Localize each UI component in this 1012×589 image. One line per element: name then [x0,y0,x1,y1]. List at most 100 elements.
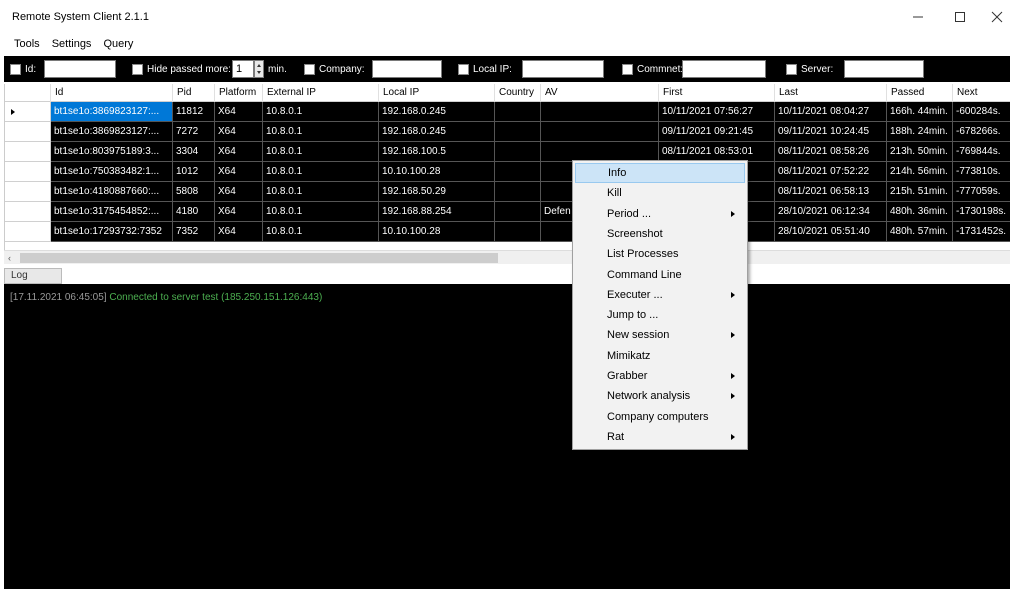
spinner-buttons[interactable] [254,60,264,78]
row-header[interactable] [5,102,51,122]
cell-passed[interactable]: 166h. 44min. [887,102,953,122]
cell-pid[interactable]: 5808 [173,182,215,202]
menu-item-grabber[interactable]: Grabber [575,366,745,386]
company-input[interactable] [372,60,442,78]
menu-query[interactable]: Query [97,34,139,54]
cell-av[interactable] [541,122,659,142]
cell-local-ip[interactable]: 10.10.100.28 [379,222,495,242]
col-header-next[interactable]: Next [953,84,1010,102]
id-input[interactable] [44,60,116,78]
horizontal-scrollbar[interactable]: ‹ [4,250,1010,264]
comment-checkbox[interactable] [622,63,633,75]
hide-passed-spinner[interactable]: 1 [232,60,254,78]
cell-country[interactable] [495,222,541,242]
col-header-country[interactable]: Country [495,84,541,102]
cell-external-ip[interactable]: 10.8.0.1 [263,182,379,202]
cell-last[interactable]: 09/11/2021 10:24:45 [775,122,887,142]
menu-item-executer[interactable]: Executer ... [575,285,745,305]
cell-pid[interactable]: 7272 [173,122,215,142]
col-header-id[interactable]: Id [51,84,173,102]
close-button[interactable] [982,4,1012,30]
server-input[interactable] [844,60,924,78]
menu-item-rat[interactable]: Rat [575,427,745,447]
table-row[interactable]: bt1se1o:750383482:1... 1012 X64 10.8.0.1 10.… [5,162,1010,182]
col-header-local-ip[interactable]: Local IP [379,84,495,102]
table-row[interactable]: bt1se1o:17293732:7352 7352 X64 10.8.0.1 10.1… [5,222,1010,242]
cell-pid[interactable]: 7352 [173,222,215,242]
cell-local-ip[interactable]: 10.10.100.28 [379,162,495,182]
cell-platform[interactable]: X64 [215,162,263,182]
cell-local-ip[interactable]: 192.168.100.5 [379,142,495,162]
cell-next[interactable]: -777059s. [953,182,1010,202]
menu-item-screenshot[interactable]: Screenshot [575,224,745,244]
menu-settings[interactable]: Settings [46,34,98,54]
cell-external-ip[interactable]: 10.8.0.1 [263,142,379,162]
cell-local-ip[interactable]: 192.168.88.254 [379,202,495,222]
cell-country[interactable] [495,202,541,222]
cell-last[interactable]: 08/11/2021 08:58:26 [775,142,887,162]
comment-input[interactable] [682,60,766,78]
cell-passed[interactable]: 214h. 56min. [887,162,953,182]
menu-item-mimikatz[interactable]: Mimikatz [575,346,745,366]
menu-item-company-computers[interactable]: Company computers [575,407,745,427]
cell-platform[interactable]: X64 [215,222,263,242]
maximize-button[interactable] [940,4,980,30]
menu-item-network-analysis[interactable]: Network analysis [575,386,745,406]
cell-local-ip[interactable]: 192.168.50.29 [379,182,495,202]
cell-local-ip[interactable]: 192.168.0.245 [379,122,495,142]
cell-external-ip[interactable]: 10.8.0.1 [263,222,379,242]
cell-id[interactable]: bt1se1o:4180887660:... [51,182,173,202]
row-header[interactable] [5,162,51,182]
menu-item-info[interactable]: Info [575,163,745,183]
cell-external-ip[interactable]: 10.8.0.1 [263,202,379,222]
cell-platform[interactable]: X64 [215,102,263,122]
cell-first[interactable]: 08/11/2021 08:53:01 [659,142,775,162]
cell-next[interactable]: -1731452s. [953,222,1010,242]
company-checkbox[interactable] [304,63,315,75]
cell-next[interactable]: -769844s. [953,142,1010,162]
cell-next[interactable]: -1730198s. [953,202,1010,222]
log-tab[interactable]: Log [4,268,62,284]
cell-external-ip[interactable]: 10.8.0.1 [263,162,379,182]
scroll-left-icon[interactable]: ‹ [8,254,11,263]
menu-item-jump-to[interactable]: Jump to ... [575,305,745,325]
cell-last[interactable]: 28/10/2021 06:12:34 [775,202,887,222]
cell-local-ip[interactable]: 192.168.0.245 [379,102,495,122]
cell-last[interactable]: 08/11/2021 07:52:22 [775,162,887,182]
cell-pid[interactable]: 3304 [173,142,215,162]
localip-checkbox[interactable] [458,63,469,75]
cell-external-ip[interactable]: 10.8.0.1 [263,102,379,122]
cell-passed[interactable]: 213h. 50min. [887,142,953,162]
cell-av[interactable] [541,102,659,122]
cell-id[interactable]: bt1se1o:750383482:1... [51,162,173,182]
row-header[interactable] [5,222,51,242]
cell-next[interactable]: -678266s. [953,122,1010,142]
cell-platform[interactable]: X64 [215,202,263,222]
col-header-platform[interactable]: Platform [215,84,263,102]
cell-passed[interactable]: 215h. 51min. [887,182,953,202]
row-header[interactable] [5,122,51,142]
cell-passed[interactable]: 188h. 24min. [887,122,953,142]
cell-av[interactable] [541,142,659,162]
cell-country[interactable] [495,182,541,202]
cell-first[interactable]: 10/11/2021 07:56:27 [659,102,775,122]
table-row[interactable]: bt1se1o:3869823127:... 7272 X64 10.8.0.1 192… [5,122,1010,142]
cell-id[interactable]: bt1se1o:17293732:7352 [51,222,173,242]
server-checkbox[interactable] [786,63,797,75]
cell-next[interactable]: -600284s. [953,102,1010,122]
cell-last[interactable]: 28/10/2021 05:51:40 [775,222,887,242]
cell-passed[interactable]: 480h. 36min. [887,202,953,222]
menu-item-kill[interactable]: Kill [575,183,745,203]
col-header-passed[interactable]: Passed [887,84,953,102]
cell-id[interactable]: bt1se1o:3869823127:... [51,102,173,122]
col-header-av[interactable]: AV [541,84,659,102]
row-header[interactable] [5,142,51,162]
cell-id[interactable]: bt1se1o:3869823127:... [51,122,173,142]
cell-country[interactable] [495,102,541,122]
col-header-first[interactable]: First [659,84,775,102]
cell-next[interactable]: -773810s. [953,162,1010,182]
cell-last[interactable]: 08/11/2021 06:58:13 [775,182,887,202]
hide-passed-checkbox[interactable] [132,63,143,75]
menu-tools[interactable]: Tools [8,34,46,54]
table-row[interactable]: bt1se1o:4180887660:... 5808 X64 10.8.0.1 192… [5,182,1010,202]
